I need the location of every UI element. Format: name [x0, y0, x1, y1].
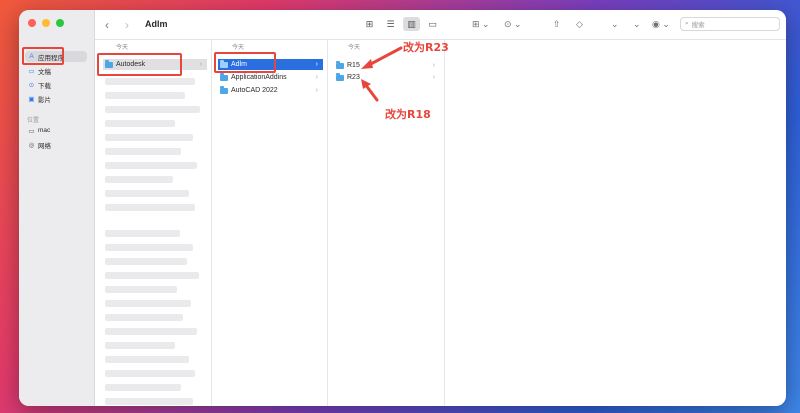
annotation-second: 改为R18: [385, 108, 431, 121]
blurred-item: [105, 120, 175, 127]
more-chevron-icon-2[interactable]: ⌄: [633, 19, 641, 30]
sidebar-item-label: 下载: [38, 82, 51, 90]
download-icon: ⊙: [28, 81, 35, 89]
folder-icon: [220, 73, 228, 81]
toolbar: ‹ › Adlm ⊞ ☰ ▥ ▭ ⊞ ⌄ ⊙ ⌄ ⇧ ◇ ⌄ ⌄ ◉ ⌄ ⌕ 搜…: [95, 10, 786, 40]
chevron-right-icon: ›: [315, 87, 318, 94]
blurred-item: [105, 176, 173, 183]
minimize-button[interactable]: [42, 19, 50, 27]
blurred-item: [105, 384, 181, 391]
highlight-box-autodesk: [97, 53, 182, 76]
blurred-item: [105, 244, 193, 251]
blurred-item: [105, 106, 200, 113]
arrow-to-r15: [361, 46, 403, 69]
sidebar-item-documents[interactable]: ▭ 文稿: [25, 65, 87, 76]
sidebar-item-label: 文稿: [38, 68, 51, 76]
folder-icon: [336, 61, 344, 69]
forward-icon[interactable]: ›: [125, 18, 129, 32]
highlight-box-adlm: [214, 52, 276, 73]
more-chevron-icon[interactable]: ⌄: [611, 19, 619, 30]
sidebar-item-label: 网络: [38, 142, 51, 150]
folder-label: ApplicationAddins: [231, 74, 287, 81]
sidebar-item-downloads[interactable]: ⊙ 下载: [25, 79, 87, 90]
blurred-item: [105, 204, 195, 211]
chevron-right-icon: ›: [199, 61, 202, 68]
document-icon: ▭: [28, 67, 35, 75]
airdrop-icon[interactable]: ◉ ⌄: [652, 19, 670, 30]
folder-icon: [220, 86, 228, 94]
blurred-item: [105, 286, 177, 293]
movie-icon: ▣: [28, 95, 35, 103]
icon-view-icon[interactable]: ⊞: [361, 17, 378, 31]
gallery-view-icon[interactable]: ▭: [424, 17, 441, 31]
finder-window: A 应用程序 ▭ 文稿 ⊙ 下载 ▣ 影片 位置 ▭ mac ◎ 网络 ‹ › …: [19, 10, 786, 406]
window-controls: [28, 19, 64, 27]
blurred-item: [105, 134, 193, 141]
list-view-icon[interactable]: ☰: [382, 17, 399, 31]
back-icon[interactable]: ‹: [105, 18, 109, 32]
blurred-item: [105, 328, 197, 335]
sidebar-item-movies[interactable]: ▣ 影片: [25, 93, 87, 104]
highlight-box-applications: [22, 47, 64, 65]
chevron-right-icon: ›: [315, 74, 318, 81]
zoom-button[interactable]: [56, 19, 64, 27]
laptop-icon: ▭: [28, 127, 35, 135]
chevron-right-icon: ›: [432, 74, 435, 81]
sidebar-item-network[interactable]: ◎ 网络: [25, 139, 87, 150]
folder-label: AutoCAD 2022: [231, 87, 278, 94]
locations-header: 位置: [27, 118, 40, 124]
column-1: 今天 Autodesk ›: [95, 40, 212, 406]
group-icon[interactable]: ⊞ ⌄: [472, 19, 490, 30]
close-button[interactable]: [28, 19, 36, 27]
search-field[interactable]: ⌕ 搜索: [680, 17, 780, 31]
sidebar-item-mac[interactable]: ▭ mac: [25, 125, 87, 136]
blurred-item: [105, 272, 199, 279]
blurred-item: [105, 342, 175, 349]
blurred-item: [105, 300, 191, 307]
chevron-right-icon: ›: [432, 62, 435, 69]
blurred-item: [105, 356, 189, 363]
tag-icon[interactable]: ◇: [576, 19, 583, 30]
action-icon[interactable]: ⊙ ⌄: [504, 19, 522, 30]
blurred-item: [105, 398, 193, 405]
blurred-item: [105, 148, 181, 155]
arrow-to-r23: [361, 79, 379, 102]
column-header: 今天: [232, 45, 245, 51]
blurred-item: [105, 190, 189, 197]
sidebar: A 应用程序 ▭ 文稿 ⊙ 下载 ▣ 影片 位置 ▭ mac ◎ 网络: [19, 10, 95, 406]
blurred-item: [105, 230, 180, 237]
blurred-item: [105, 162, 197, 169]
share-icon[interactable]: ⇧: [553, 19, 561, 30]
column-header: 今天: [116, 45, 129, 51]
search-placeholder: 搜索: [691, 22, 705, 29]
chevron-right-icon: ›: [315, 61, 318, 68]
folder-icon: [336, 73, 344, 81]
sidebar-item-label: 影片: [38, 96, 51, 104]
blurred-item: [105, 314, 183, 321]
network-icon: ◎: [28, 141, 35, 149]
column-2: 今天 Adlm › ApplicationAddins › AutoCAD 20…: [212, 40, 328, 406]
blurred-item: [105, 78, 195, 85]
search-icon: ⌕: [685, 20, 689, 27]
blurred-item: [105, 92, 185, 99]
annotation-first: 改为R23: [403, 41, 449, 54]
blurred-item: [105, 258, 187, 265]
folder-row-applicationaddins[interactable]: ApplicationAddins ›: [218, 72, 323, 83]
blurred-item: [105, 370, 195, 377]
folder-row-autocad-2022[interactable]: AutoCAD 2022 ›: [218, 85, 323, 96]
sidebar-item-label: mac: [38, 127, 51, 134]
column-view-icon[interactable]: ▥: [403, 17, 420, 31]
window-title: Adlm: [145, 19, 168, 29]
